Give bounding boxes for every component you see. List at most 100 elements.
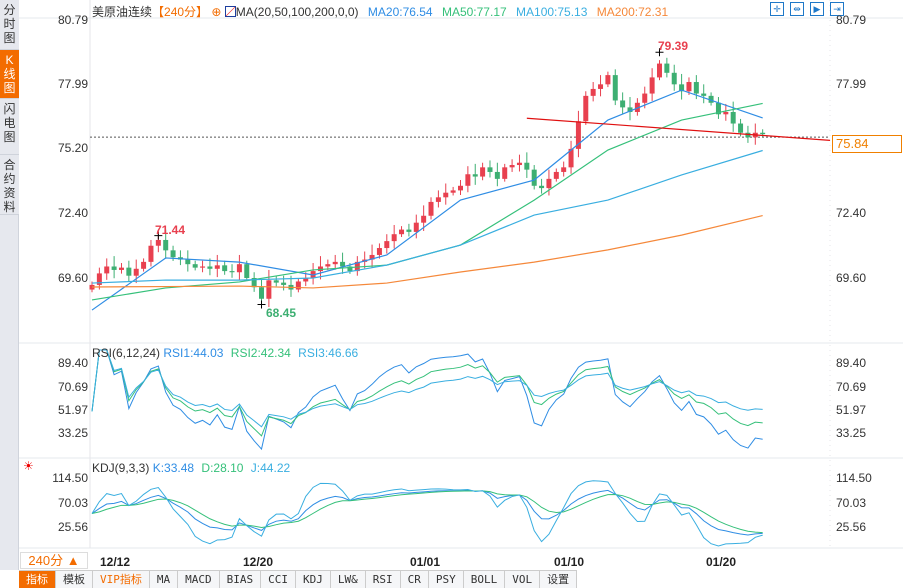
toolbar-macd[interactable]: MACD — [178, 571, 220, 588]
toolbar-vip[interactable]: VIP指标 — [93, 571, 150, 588]
candle-body — [244, 264, 250, 279]
candle-body — [583, 95, 589, 122]
kdj-label: KDJ(9,3,3) — [92, 461, 150, 475]
toolbar-cci[interactable]: CCI — [261, 571, 296, 588]
candle-body — [185, 259, 191, 265]
candle-body — [325, 264, 331, 267]
toolbar-vol[interactable]: VOL — [505, 571, 541, 588]
rsi1-line — [91, 349, 763, 451]
candle-body — [472, 174, 478, 177]
toolbar-ma[interactable]: MA — [150, 571, 179, 588]
x-label: 01/01 — [410, 555, 441, 569]
kdj-tick-right: 70.03 — [836, 496, 867, 510]
price-tick-right: 77.99 — [836, 77, 867, 91]
ma50-line — [91, 102, 763, 301]
candle-body — [207, 266, 213, 269]
kdj-tick: 114.50 — [52, 471, 88, 485]
toolbar-rsi[interactable]: RSI — [366, 571, 401, 588]
candle-body — [730, 111, 736, 124]
candle-body — [458, 185, 463, 191]
candle-body — [443, 192, 449, 198]
crosshair-icon[interactable]: ✛ — [770, 2, 784, 16]
candle-body — [539, 185, 545, 189]
candle-body — [340, 261, 346, 267]
toolbar-boll[interactable]: BOLL — [464, 571, 506, 588]
x-label: 12/12 — [100, 555, 131, 569]
candle-body — [642, 93, 648, 103]
candle-body — [480, 167, 486, 177]
kdj-tick-right: 25.56 — [836, 520, 867, 534]
candle-body — [200, 266, 206, 268]
candle-body — [664, 63, 670, 73]
toolbar-lwr[interactable]: LW& — [331, 571, 366, 588]
kdj-header: KDJ(9,3,3) K:33.48 D:28.10 J:44.22 — [92, 461, 290, 475]
rsi2-line — [91, 349, 763, 437]
candle-body — [435, 197, 441, 202]
fit-range-icon[interactable]: ⇹ — [790, 2, 804, 16]
price-tick-left: 69.60 — [57, 271, 88, 285]
kdj-tick-right: 114.50 — [836, 471, 872, 485]
toolbar-cr[interactable]: CR — [401, 571, 429, 588]
indicator-chart-icon[interactable] — [224, 6, 236, 17]
ma200-line — [91, 214, 763, 289]
rsi-tick: 70.69 — [57, 380, 88, 394]
rsi2-value: RSI2:42.34 — [230, 346, 291, 360]
kdj-k-line — [91, 489, 763, 536]
candle-body — [656, 63, 662, 78]
symbol-name: 美原油连续 — [92, 5, 153, 19]
candle-body — [148, 245, 154, 262]
candle-body — [170, 250, 176, 258]
candle-body — [428, 201, 434, 216]
add-indicator-icon[interactable]: ⊕ — [211, 5, 221, 19]
rsi-header: RSI(6,12,24) RSI1:44.03 RSI2:42.34 RSI3:… — [92, 346, 358, 360]
ma50-value: MA50:77.17 — [441, 5, 507, 19]
j-value: J:44.22 — [250, 461, 291, 475]
candle-body — [126, 267, 132, 276]
chart-header: 美原油连续【240分】 ⊕ MA(20,50,100,200,0,0) MA20… — [92, 3, 668, 20]
high-label-79: 79.39 — [658, 39, 689, 53]
play-forward-icon[interactable]: ▶ — [810, 2, 824, 16]
toolbar-templates[interactable]: 模板 — [56, 571, 93, 588]
candle-body — [222, 265, 228, 272]
candle-body — [531, 169, 537, 186]
rsi1-value: RSI1:44.03 — [163, 346, 224, 360]
rsi3-value: RSI3:46.66 — [298, 346, 359, 360]
candle-body — [118, 267, 124, 270]
candle-body — [494, 171, 500, 179]
candle-body — [693, 82, 699, 94]
rsi-label: RSI(6,12,24) — [92, 346, 161, 360]
candle-body — [553, 171, 559, 179]
rsi-tick-right: 51.97 — [836, 403, 867, 417]
candle-body — [133, 268, 139, 276]
price-tick-left: 75.20 — [57, 141, 88, 155]
price-tick-right: 72.40 — [836, 206, 867, 220]
candle-body — [155, 239, 161, 246]
price-tick-left: 77.99 — [57, 77, 88, 91]
toolbar-settings[interactable]: 设置 — [540, 571, 578, 588]
low-label: 68.45 — [266, 306, 297, 320]
candle-body — [590, 88, 596, 96]
candle-body — [649, 77, 655, 94]
candle-body — [332, 261, 338, 265]
candle-body — [384, 241, 390, 249]
period-selector[interactable]: 240分 ▲ — [20, 552, 88, 569]
candle-body — [376, 248, 382, 255]
k-value: K:33.48 — [152, 461, 195, 475]
candle-body — [421, 215, 427, 223]
candle-body — [487, 167, 493, 172]
price-tick-right: 80.79 — [836, 13, 867, 27]
ma100-value: MA100:75.13 — [516, 5, 588, 19]
chart-canvas[interactable] — [0, 0, 903, 570]
candle-body — [104, 266, 110, 274]
toolbar-kdj[interactable]: KDJ — [296, 571, 331, 588]
rsi-tick-right: 33.25 — [836, 426, 867, 440]
rsi-tick-right: 70.69 — [836, 380, 867, 394]
candle-body — [502, 167, 508, 179]
candle-body — [229, 271, 235, 273]
toolbar-psy[interactable]: PSY — [429, 571, 464, 588]
candle-body — [273, 280, 279, 283]
x-label: 01/20 — [706, 555, 737, 569]
toolbar-bias[interactable]: BIAS — [220, 571, 262, 588]
candle-body — [509, 165, 515, 168]
toolbar-indicators[interactable]: 指标 — [19, 571, 56, 588]
